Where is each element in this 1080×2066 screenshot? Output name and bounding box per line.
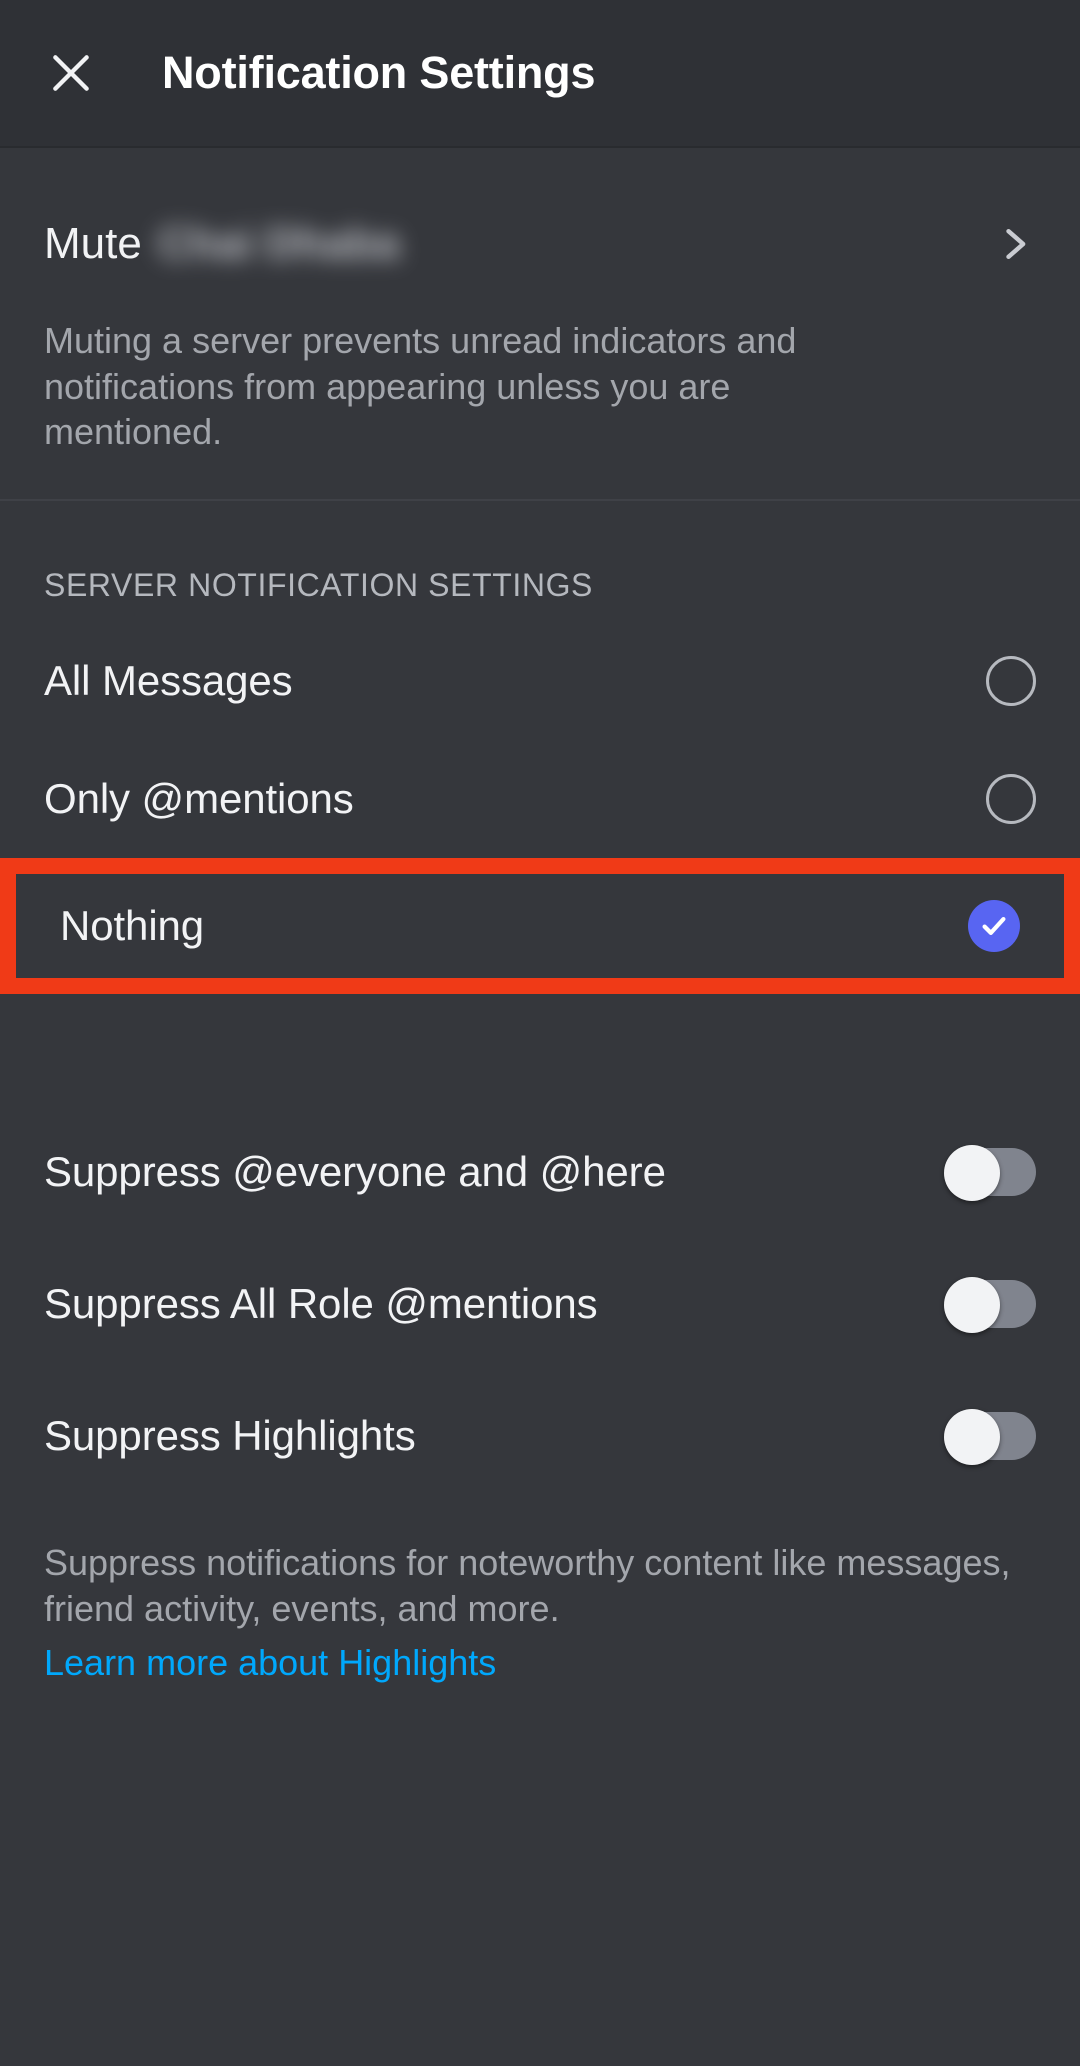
footer-section: Suppress notifications for noteworthy co… bbox=[0, 1502, 1080, 1683]
radio-option-only-mentions[interactable]: Only @mentions bbox=[0, 740, 1080, 858]
toggle-label: Suppress Highlights bbox=[44, 1412, 416, 1460]
toggle-label: Suppress @everyone and @here bbox=[44, 1148, 666, 1196]
settings-body: Mute Chai Dhaba Muting a server prevents… bbox=[0, 148, 1080, 1684]
radio-option-all-messages[interactable]: All Messages bbox=[0, 622, 1080, 740]
radio-selected-check-icon[interactable] bbox=[968, 900, 1020, 953]
notification-settings-screen: Notification Settings Mute Chai Dhaba Mu… bbox=[0, 0, 1080, 2066]
radio-option-nothing[interactable]: Nothing bbox=[16, 874, 1064, 979]
toggle-row-suppress-everyone[interactable]: Suppress @everyone and @here bbox=[0, 1106, 1080, 1238]
app-header: Notification Settings bbox=[0, 0, 1080, 148]
radio-option-label: Nothing bbox=[60, 902, 205, 950]
toggle-row-suppress-highlights[interactable]: Suppress Highlights bbox=[0, 1370, 1080, 1502]
radio-unselected-icon[interactable] bbox=[986, 774, 1036, 825]
server-notification-settings-header: SERVER NOTIFICATION SETTINGS bbox=[44, 567, 594, 604]
page-title: Notification Settings bbox=[162, 47, 596, 98]
toggle-switch-off[interactable] bbox=[944, 1409, 1036, 1466]
close-icon[interactable] bbox=[38, 40, 104, 106]
mute-row-labels: Mute Chai Dhaba bbox=[44, 219, 400, 269]
footer-description: Suppress notifications for noteworthy co… bbox=[44, 1542, 1011, 1629]
mute-row[interactable]: Mute Chai Dhaba bbox=[0, 196, 1080, 292]
radio-option-label: All Messages bbox=[44, 657, 293, 705]
toggle-row-suppress-role-mentions[interactable]: Suppress All Role @mentions bbox=[0, 1238, 1080, 1370]
chevron-right-icon bbox=[1006, 228, 1026, 260]
section-divider bbox=[0, 499, 1080, 502]
toggle-knob bbox=[944, 1145, 1000, 1202]
highlight-annotation-box: Nothing bbox=[0, 858, 1080, 995]
learn-more-highlights-link[interactable]: Learn more about Highlights bbox=[44, 1642, 496, 1684]
radio-option-label: Only @mentions bbox=[44, 775, 354, 823]
toggle-label: Suppress All Role @mentions bbox=[44, 1280, 598, 1328]
mute-label: Mute bbox=[44, 219, 142, 268]
mute-server-name: Chai Dhaba bbox=[157, 219, 400, 268]
toggle-switch-off[interactable] bbox=[944, 1277, 1036, 1334]
toggle-knob bbox=[944, 1409, 1000, 1466]
toggle-knob bbox=[944, 1277, 1000, 1334]
toggle-switch-off[interactable] bbox=[944, 1145, 1036, 1202]
mute-section: Mute Chai Dhaba Muting a server prevents… bbox=[0, 148, 1080, 519]
mute-description: Muting a server prevents unread indicato… bbox=[44, 320, 797, 453]
radio-unselected-icon[interactable] bbox=[986, 656, 1036, 707]
